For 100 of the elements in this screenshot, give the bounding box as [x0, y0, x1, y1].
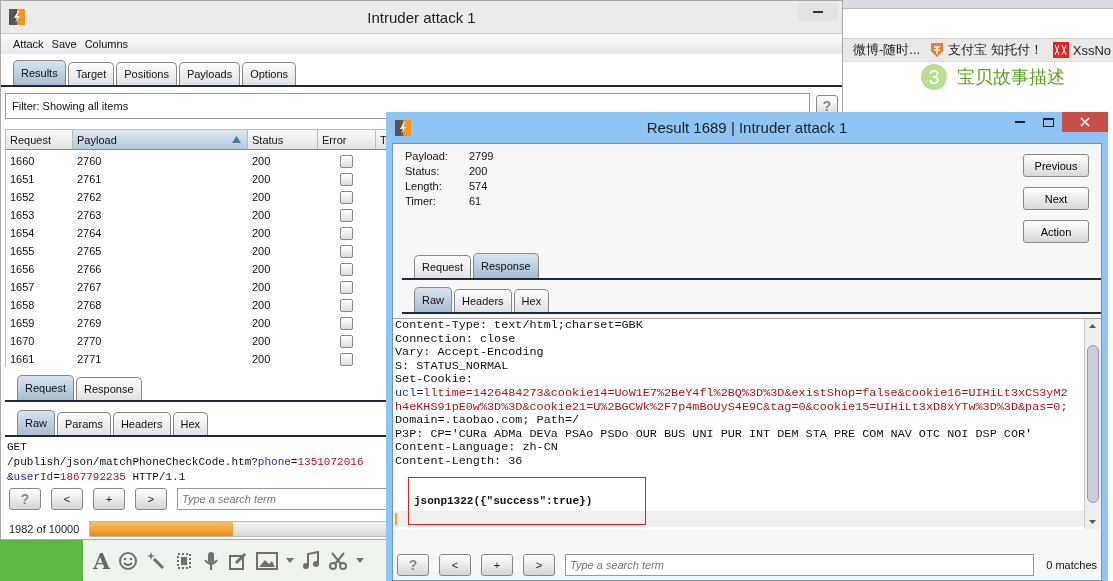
table-cell-text: 200	[251, 227, 272, 239]
table-cell-text: 200	[251, 317, 272, 329]
code-line: Content-Length: 36	[394, 454, 523, 469]
table-cell-text: 2763	[76, 209, 103, 221]
scrollbar[interactable]	[1084, 319, 1101, 529]
error-checkbox[interactable]	[340, 172, 353, 186]
action-button[interactable]: Previous	[1023, 154, 1089, 177]
shield-icon	[930, 42, 945, 58]
column-header[interactable]: Payload	[73, 130, 248, 149]
sort-ascending-icon	[232, 136, 241, 143]
tab[interactable]: Results	[13, 60, 66, 85]
tab[interactable]: Response	[76, 377, 142, 400]
error-checkbox[interactable]	[340, 244, 353, 258]
next-button[interactable]: >	[135, 488, 167, 510]
column-header[interactable]: Status	[248, 130, 318, 149]
error-checkbox[interactable]	[340, 280, 353, 294]
error-checkbox[interactable]	[340, 190, 353, 204]
table-cell-text: 1658	[9, 299, 36, 311]
tab[interactable]: Hex	[513, 289, 550, 312]
field-value: 200	[469, 165, 489, 177]
tab[interactable]: Headers	[112, 412, 171, 435]
table-cell-text: 200	[251, 263, 272, 275]
code-line: Content-Type: text/html;charset=GBK	[394, 319, 643, 333]
code-line: Set-Cookie:	[394, 373, 473, 387]
field-value: 61	[469, 195, 483, 207]
error-checkbox[interactable]	[340, 298, 353, 312]
next-button[interactable]: >	[523, 554, 555, 576]
menu-item[interactable]: Columns	[84, 38, 129, 50]
search-field[interactable]: Type a search term	[565, 554, 1035, 576]
step-number: 3	[921, 64, 947, 90]
add-button[interactable]: +	[93, 488, 125, 510]
error-checkbox[interactable]	[340, 262, 353, 276]
scissors-icon[interactable]	[328, 550, 349, 571]
table-cell-text: 200	[251, 155, 272, 167]
add-button[interactable]: +	[481, 554, 513, 576]
error-checkbox[interactable]	[340, 154, 353, 168]
minimize-icon	[813, 11, 823, 13]
tab[interactable]: Hex	[172, 412, 209, 435]
smiley-icon[interactable]	[118, 550, 139, 571]
response-body: jsonp1322({"success":true})	[414, 494, 593, 507]
error-checkbox[interactable]	[340, 208, 353, 222]
field-label: Length:	[405, 180, 443, 192]
bookmark-link[interactable]: XssNo	[1072, 42, 1112, 58]
tab[interactable]: Positions	[116, 62, 177, 85]
error-checkbox[interactable]	[340, 334, 353, 348]
table-cell-text: 200	[251, 245, 272, 257]
code-line: /publish/json/matchPhoneCheckCode.htm?phone=1351072016	[6, 455, 364, 470]
table-cell-text: 2768	[76, 299, 103, 311]
menu-item[interactable]: Attack	[13, 38, 44, 50]
tab[interactable]: Raw	[17, 410, 55, 435]
code-line: GET	[6, 440, 27, 455]
tab[interactable]: Params	[57, 412, 111, 435]
tab[interactable]: Request	[17, 375, 74, 400]
image-icon[interactable]	[256, 551, 279, 570]
bookmark-link[interactable]: 微博-随时...	[853, 41, 921, 59]
table-cell-text: 1654	[9, 227, 36, 239]
table-cell-text: 1655	[9, 245, 36, 257]
table-cell-text: 1660	[9, 155, 36, 167]
tab[interactable]: Options	[242, 62, 297, 85]
lightning-logo-icon	[395, 119, 411, 136]
tab[interactable]: Headers	[454, 289, 512, 312]
table-cell-text: 1670	[9, 335, 36, 347]
tab[interactable]: Payloads	[178, 62, 241, 85]
text-caret	[395, 513, 397, 525]
action-button[interactable]: Next	[1023, 187, 1089, 210]
field-label: Timer:	[405, 195, 437, 207]
table-cell-text: 200	[251, 299, 272, 311]
action-button[interactable]: Action	[1023, 220, 1089, 243]
table-cell-text: 200	[251, 281, 272, 293]
wand-icon[interactable]	[146, 550, 167, 571]
table-cell-text: 200	[251, 353, 272, 365]
table-cell-text: 1659	[9, 317, 36, 329]
table-cell-text: 200	[251, 335, 272, 347]
bookmark-link[interactable]: 支付宝 知托付！	[948, 41, 1043, 59]
minimize-button[interactable]	[798, 3, 838, 21]
previous-button[interactable]: <	[51, 488, 83, 510]
music-icon[interactable]	[302, 550, 321, 571]
table-cell-text: 2764	[76, 227, 103, 239]
table-cell-text: 2767	[76, 281, 103, 293]
error-checkbox[interactable]	[340, 352, 353, 366]
font-button[interactable]: A	[93, 547, 111, 574]
code-line: Domain=.taobao.com; Path=/	[394, 414, 580, 428]
caret-icon[interactable]	[286, 557, 295, 564]
tab[interactable]: Target	[67, 62, 115, 85]
error-checkbox[interactable]	[340, 316, 353, 330]
microphone-icon[interactable]	[202, 550, 221, 571]
code-line: ucl=lltime=1426484273&cookie14=UoW1E7%2BeY4fl%2BQ%3D%3D&existShop=false&cookie16=UIHiLt3xCS3yM2	[394, 386, 1068, 401]
previous-button[interactable]: <	[439, 554, 471, 576]
tab[interactable]: Request	[414, 255, 471, 278]
menu-item[interactable]: Save	[51, 38, 77, 50]
edit-icon[interactable]	[228, 550, 249, 571]
tab[interactable]: Response	[473, 253, 539, 278]
code-line: Connection: close	[394, 332, 516, 347]
caret-icon[interactable]	[356, 557, 365, 564]
table-cell-text: 200	[251, 209, 272, 221]
column-header[interactable]: Error	[318, 130, 376, 149]
error-checkbox[interactable]	[340, 226, 353, 240]
tab[interactable]: Raw	[414, 287, 452, 312]
maximize-icon	[1042, 117, 1054, 127]
table-cell-text: 2765	[76, 245, 103, 257]
